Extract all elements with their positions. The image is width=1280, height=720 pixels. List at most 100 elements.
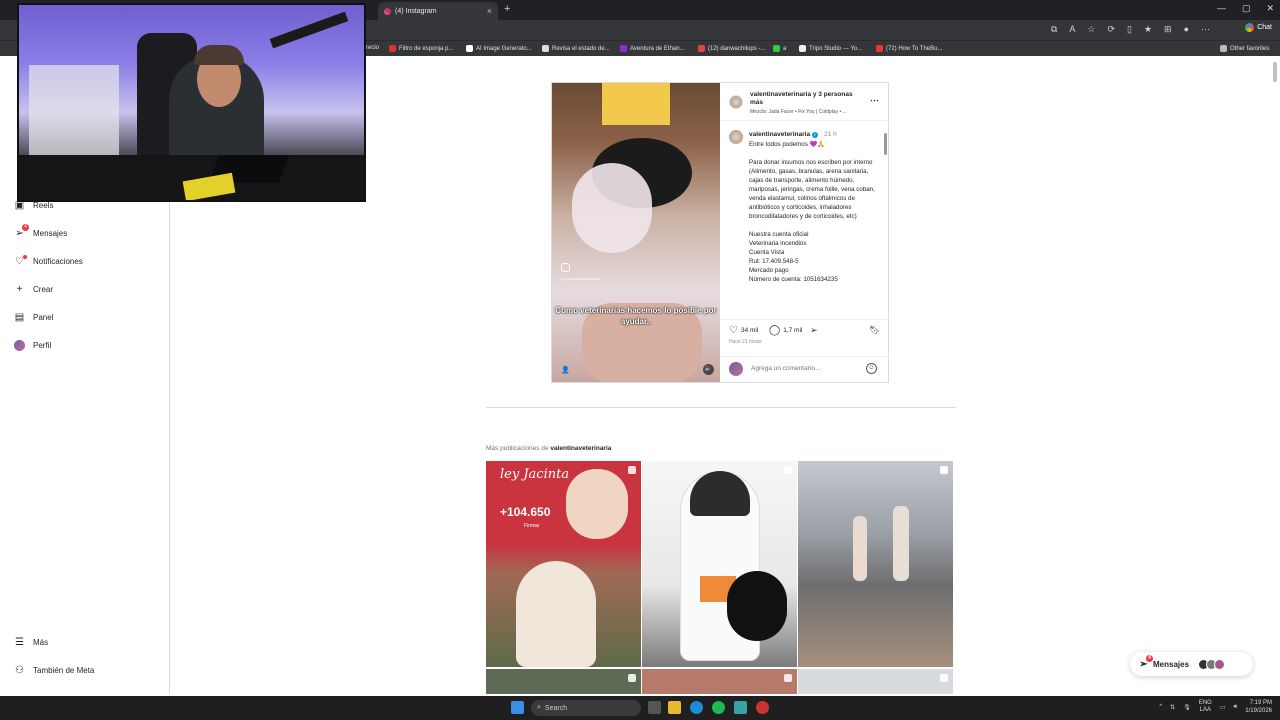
minimize-icon[interactable]: — [1217,3,1226,14]
bookmark-favicon-icon [698,45,705,52]
edge-icon[interactable] [690,701,703,714]
bookmark-item[interactable]: Revisa el estado de... [542,45,610,52]
microphone-icon[interactable]: 🎙︎ [1183,704,1191,711]
media-caption: Como veterinarias hacemos lo posible por… [555,306,717,326]
task-view-icon[interactable] [648,701,661,714]
more-options-icon[interactable]: ⋯ [870,95,879,106]
caption-avatar[interactable] [729,130,743,144]
favorites-icon[interactable]: ★ [1144,24,1152,35]
caption-scrollbar[interactable] [884,131,887,311]
sidebar-item-messages[interactable]: ➢ 4 Mensajes [14,224,67,239]
display-icon[interactable]: ▭ [1220,704,1226,711]
windows-taskbar: ⌕ Search ^ ⇅ 🎙︎ ENG LAA ▭ 🔊︎ 7:19 PM 1/1… [0,696,1280,720]
reel-icon [628,466,636,474]
sidebar-item-also-from-meta[interactable]: ⚇ También de Meta [14,665,94,676]
share-button[interactable]: ➢ [810,325,818,336]
grid-dancer [893,506,909,581]
other-favorites[interactable]: Other favorites [1220,45,1269,52]
network-icon[interactable]: ⇅ [1170,704,1175,711]
more-posts-user[interactable]: valentinaveterinaria [550,445,611,452]
profile-icon[interactable]: ● [1184,24,1189,35]
notification-dot [23,255,27,259]
heart-icon: ♡ [729,325,738,336]
maximize-icon[interactable]: ▢ [1242,3,1251,14]
windows-start-icon[interactable] [511,701,524,714]
mute-icon[interactable]: 🔈 [703,364,714,375]
split-screen-icon[interactable]: ▯ [1127,24,1132,35]
tab-instagram[interactable]: (4) Instagram × [378,2,498,20]
chat-button[interactable]: Chat [1245,23,1272,32]
recent-contacts [1198,658,1226,670]
language-indicator[interactable]: ENG LAA [1199,700,1212,714]
volume-icon[interactable]: 🔊︎ [1234,704,1238,711]
read-aloud-icon[interactable]: A [1069,24,1075,35]
avatar [14,340,25,351]
page-scrollbar[interactable] [1273,60,1278,692]
menu-icon: ☰ [15,637,24,648]
caption-area: valentinaveterinaria ✓ 21 h Entre todos … [721,125,889,315]
reel-icon [784,674,792,682]
window-controls: — ▢ ✕ [1217,3,1274,14]
comment-button[interactable]: ◯ 1,7 mil [769,325,802,336]
close-window-icon[interactable]: ✕ [1266,3,1274,14]
messages-pill[interactable]: ➢ 4 Mensajes [1130,652,1253,676]
bookmark-item[interactable]: AI Image Generato... [466,45,532,52]
tagged-person-icon[interactable]: 👤 [561,366,570,374]
emoji-icon[interactable]: ☺ [866,363,877,374]
grid-baby-photo [566,469,628,539]
close-tab-icon[interactable]: × [487,6,492,16]
caption-username[interactable]: valentinaveterinaria ✓ 21 h [749,131,837,138]
tab-title: (4) Instagram [395,7,437,15]
sidebar-item-dashboard[interactable]: ▤ Panel [14,312,54,323]
bookmark-item[interactable]: Tripo Studio --- Yo... [799,45,862,52]
bookmark-item[interactable]: a [773,45,786,52]
sidebar-item-more[interactable]: ☰ Más [14,637,48,648]
notepad-icon[interactable] [734,701,747,714]
favorite-star-icon[interactable]: ☆ [1087,24,1095,35]
post-authors[interactable]: valentinaveterinaria y 3 personas más [750,91,865,107]
plus-icon: + [16,284,23,295]
save-button[interactable]: 🔖︎ [869,325,880,336]
grid-post-sub: Firmas [524,523,540,529]
like-button[interactable]: ♡ 34 mil [729,325,758,336]
comment-input[interactable] [751,365,851,372]
toolbar-icons: ⧉ A ☆ ⟳ ▯ ★ ⊞ ● ⋯ [1051,24,1210,35]
refresh-icon[interactable]: ⟳ [1107,24,1115,35]
comment-row: ☺ [721,356,889,382]
bookmark-item[interactable]: Aventura de Ethan... [620,45,685,52]
system-tray: ^ ⇅ 🎙︎ ENG LAA ▭ 🔊︎ 7:19 PM 1/19/2026 [1159,699,1272,715]
music-info[interactable]: Mezcla: Jada Facer • Fix You | Coldplay … [750,109,865,115]
bookmark-favicon-icon [466,45,473,52]
taskbar-search[interactable]: ⌕ Search [531,700,641,716]
clock[interactable]: 7:19 PM 1/19/2026 [1245,699,1272,715]
author-avatar[interactable] [729,95,743,109]
grid-post[interactable] [798,669,953,694]
more-icon[interactable]: ⋯ [1201,24,1210,35]
grid-post[interactable]: ley Jacinta +104.650 Firmas [486,461,641,667]
search-icon: ⌕ [537,704,541,711]
file-explorer-icon[interactable] [668,701,681,714]
bookmark-item[interactable]: (72) How To TheBu... [876,45,942,52]
sidebar-item-notifications[interactable]: ♡ Notificaciones [14,255,83,267]
collections-icon[interactable]: ⊞ [1164,24,1172,35]
bookmark-item[interactable]: recio [366,45,379,51]
grid-post[interactable] [642,461,797,667]
post-video[interactable]: @VALENTINAVETERINARIA Como veterinarias … [552,83,720,382]
grid-post-title: ley Jacinta [500,467,570,482]
meta-icon: ⚇ [15,665,24,676]
sidebar-item-create[interactable]: + Crear [14,284,53,295]
grid-post[interactable] [642,669,797,694]
post-time: Hace 21 horas [729,339,762,345]
chevron-up-icon[interactable]: ^ [1159,704,1162,710]
bookmark-item[interactable]: Filtro de esponja p... [389,45,453,52]
extensions-icon[interactable]: ⧉ [1051,24,1057,35]
comment-icon: ◯ [769,325,781,336]
new-tab-button[interactable]: + [504,3,510,15]
bookmark-item[interactable]: (12) danwachilups -... [698,45,765,52]
grid-post[interactable] [486,669,641,694]
grid-post[interactable] [798,461,953,667]
sidebar-item-profile[interactable]: Perfil [14,340,51,351]
bookmark-favicon-icon [620,45,627,52]
spotify-icon[interactable] [712,701,725,714]
app-icon[interactable] [756,701,769,714]
